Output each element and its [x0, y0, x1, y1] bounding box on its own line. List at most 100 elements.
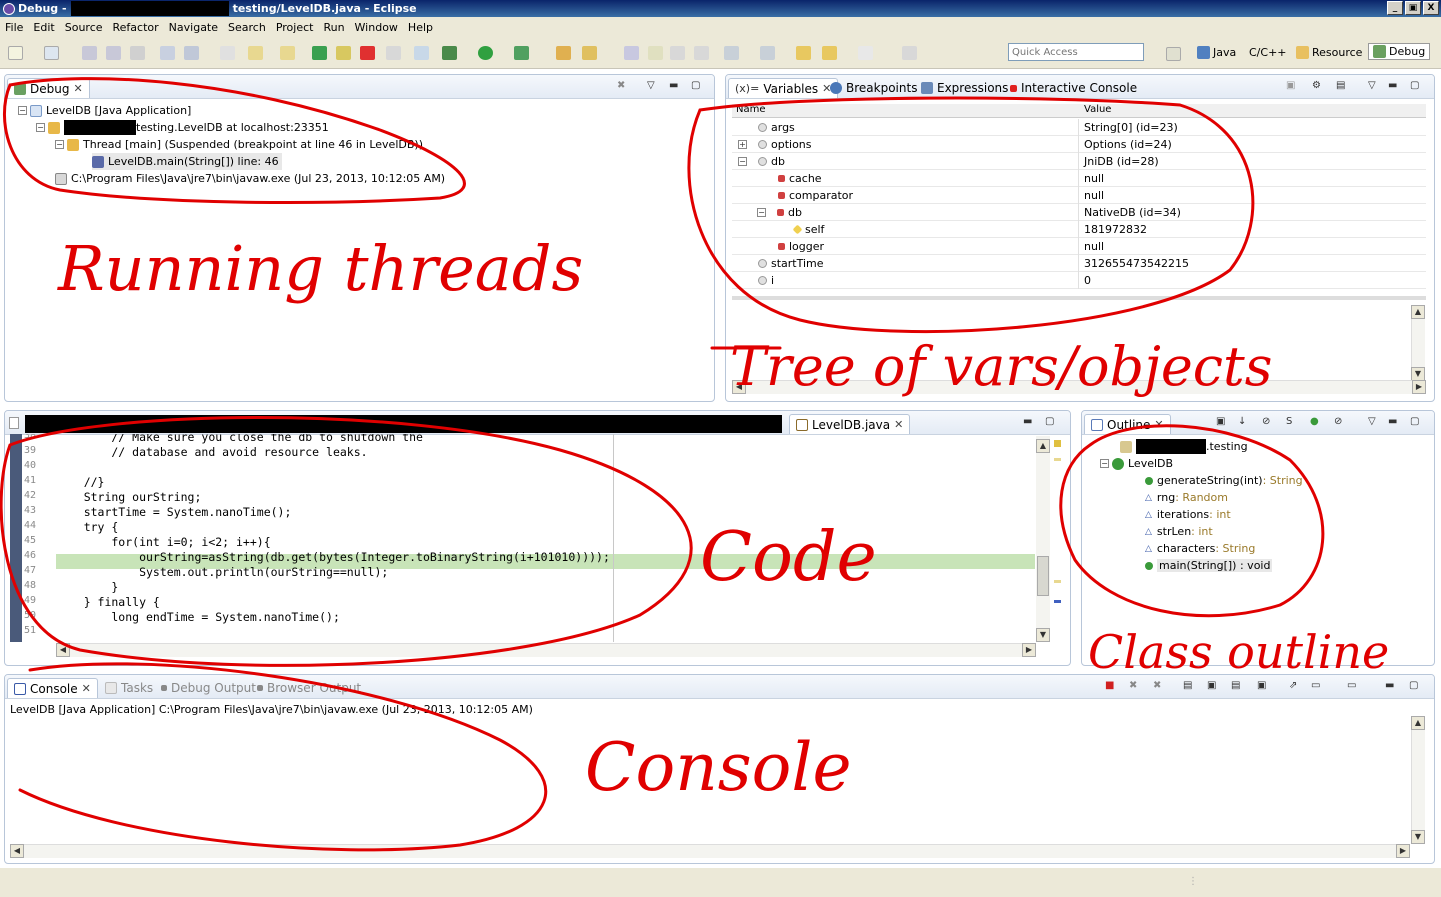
print-icon[interactable]	[130, 46, 145, 60]
perspective-cpp[interactable]: C/C++	[1249, 46, 1287, 59]
external-tools-icon[interactable]	[514, 46, 529, 60]
menu-navigate[interactable]: Navigate	[164, 21, 223, 34]
detail-scrollbar[interactable]: ▲ ▼	[1411, 305, 1425, 381]
close-icon[interactable]: ✕	[894, 418, 903, 431]
terminate-icon[interactable]	[360, 46, 375, 60]
table-row[interactable]: startTime 312655473542215	[732, 255, 1426, 272]
table-row[interactable]: − db NativeDB (id=34)	[732, 204, 1426, 221]
display-console-icon[interactable]: ▭	[1311, 680, 1320, 691]
menu-project[interactable]: Project	[271, 21, 319, 34]
next-annotation-icon[interactable]	[724, 46, 739, 60]
minimize-view-icon[interactable]: ▬	[1023, 416, 1032, 427]
tab-interactive-console[interactable]: Interactive Console	[1004, 78, 1143, 98]
remove-all-terminated-icon[interactable]: ✖	[1153, 680, 1161, 691]
suspend-icon[interactable]	[336, 46, 351, 60]
show-stdout-icon[interactable]: ▤	[1231, 680, 1240, 691]
scroll-down-icon[interactable]: ▼	[1411, 367, 1425, 381]
restore-button[interactable]: ▣	[1405, 1, 1421, 15]
close-button[interactable]: X	[1423, 1, 1439, 15]
scroll-up-icon[interactable]: ▲	[1036, 439, 1050, 453]
table-row[interactable]: cache null	[732, 170, 1426, 187]
minimize-button[interactable]: _	[1387, 1, 1403, 15]
collapse-icon[interactable]: −	[18, 106, 27, 115]
quick-access-input[interactable]	[1008, 43, 1144, 61]
show-stderr-icon[interactable]: ▣	[1257, 680, 1266, 691]
pin-editor-icon[interactable]	[902, 46, 917, 60]
perspective-debug[interactable]: Debug	[1368, 43, 1431, 60]
overview-ruler[interactable]	[1052, 436, 1062, 642]
detail-h-scrollbar[interactable]: ◀ ▶	[732, 380, 1426, 394]
search-icon[interactable]	[582, 46, 597, 60]
table-row[interactable]: args String[0] (id=23)	[732, 119, 1426, 136]
tab-debug[interactable]: Debug ✕	[7, 78, 90, 98]
console-output[interactable]	[6, 716, 1406, 844]
table-row[interactable]: comparator null	[732, 187, 1426, 204]
open-perspective-icon[interactable]	[1166, 47, 1181, 61]
drop-to-frame-icon[interactable]	[280, 46, 295, 60]
maximize-view-icon[interactable]: ▢	[1045, 416, 1054, 427]
table-row[interactable]: − db JniDB (id=28)	[732, 153, 1426, 170]
pin-console-icon[interactable]: ⇗	[1289, 680, 1297, 691]
collapse-icon[interactable]: −	[738, 157, 747, 166]
scroll-up-icon[interactable]: ▲	[1411, 305, 1425, 319]
tab-outline[interactable]: Outline ✕	[1084, 414, 1171, 434]
view-menu-icon[interactable]: ▽	[1368, 80, 1376, 91]
tree-item-vm[interactable]: − testing.LevelDB at localhost:23351	[36, 119, 329, 136]
scroll-down-icon[interactable]: ▼	[1411, 830, 1425, 844]
scroll-right-icon[interactable]: ▶	[1412, 380, 1426, 394]
hide-static-icon[interactable]: S	[1286, 416, 1292, 427]
outline-package[interactable]: .testing	[1120, 438, 1248, 455]
annotation-icon[interactable]	[624, 46, 639, 60]
tree-item-launch[interactable]: − LevelDB [Java Application]	[18, 102, 191, 119]
toggle-breadcrumb-icon[interactable]	[160, 46, 175, 60]
terminate-icon[interactable]: ■	[1105, 680, 1114, 691]
scroll-left-icon[interactable]: ◀	[10, 844, 24, 858]
menu-edit[interactable]: Edit	[28, 21, 59, 34]
collapse-icon[interactable]: −	[36, 123, 45, 132]
layout-icon[interactable]: ▤	[1336, 80, 1345, 91]
save-all-icon[interactable]	[106, 46, 121, 60]
tree-item-frame[interactable]: LevelDB.main(String[]) line: 46	[92, 153, 282, 170]
close-icon[interactable]: ✕	[1154, 418, 1163, 431]
maximize-view-icon[interactable]: ▢	[1410, 80, 1419, 91]
scroll-right-icon[interactable]: ▶	[1396, 844, 1410, 858]
sort-icon[interactable]: ↓	[1238, 416, 1246, 427]
outline-member[interactable]: generateString(int) : String	[1145, 472, 1303, 489]
scroll-down-icon[interactable]: ▼	[1036, 628, 1050, 642]
skip-breakpoints-icon[interactable]	[414, 46, 429, 60]
menu-refactor[interactable]: Refactor	[108, 21, 164, 34]
minimize-view-icon[interactable]: ▬	[669, 80, 678, 91]
menu-run[interactable]: Run	[318, 21, 349, 34]
resume-icon[interactable]	[312, 46, 327, 60]
scroll-left-icon[interactable]: ◀	[56, 643, 70, 657]
occurrence-marker[interactable]	[1054, 580, 1061, 583]
editor-scrollbar[interactable]: ▲ ▼	[1036, 436, 1050, 642]
code-editor[interactable]: 38 // Make sure you close the db to shut…	[10, 434, 1035, 642]
mark-occurrences-icon[interactable]	[648, 46, 663, 60]
outline-class[interactable]: − LevelDB	[1100, 455, 1173, 472]
console-scrollbar[interactable]: ▲ ▼	[1411, 716, 1425, 844]
tab-tasks[interactable]: Tasks	[99, 678, 159, 698]
console-h-scrollbar[interactable]: ◀ ▶	[10, 844, 1410, 858]
menu-search[interactable]: Search	[223, 21, 271, 34]
table-row[interactable]: + options Options (id=24)	[732, 136, 1426, 153]
editor-h-scrollbar[interactable]: ◀ ▶	[56, 643, 1036, 657]
occurrence-marker[interactable]	[1054, 600, 1061, 603]
run-icon[interactable]	[478, 46, 493, 60]
perspective-java[interactable]: Java	[1197, 46, 1236, 59]
remove-terminated-icon[interactable]: ✖	[617, 80, 625, 91]
tab-expressions[interactable]: Expressions	[915, 78, 1014, 98]
outline-member[interactable]: △ iterations : int	[1145, 506, 1231, 523]
show-type-names-icon[interactable]: ⚙	[1312, 80, 1321, 91]
tab-variables[interactable]: (x)= Variables ✕	[728, 78, 839, 98]
previous-annotation-icon[interactable]	[760, 46, 775, 60]
forward-icon[interactable]	[858, 46, 873, 60]
scroll-thumb[interactable]	[1037, 556, 1049, 596]
tree-item-thread[interactable]: − Thread [main] (Suspended (breakpoint a…	[55, 136, 423, 153]
scroll-right-icon[interactable]: ▶	[1022, 643, 1036, 657]
tab-leveldb-java[interactable]: LevelDB.java ✕	[789, 414, 911, 434]
new-package-icon[interactable]	[44, 46, 59, 60]
minimize-view-icon[interactable]: ▬	[1388, 80, 1397, 91]
scroll-lock-icon[interactable]: ▣	[1207, 680, 1216, 691]
build-icon[interactable]	[184, 46, 199, 60]
